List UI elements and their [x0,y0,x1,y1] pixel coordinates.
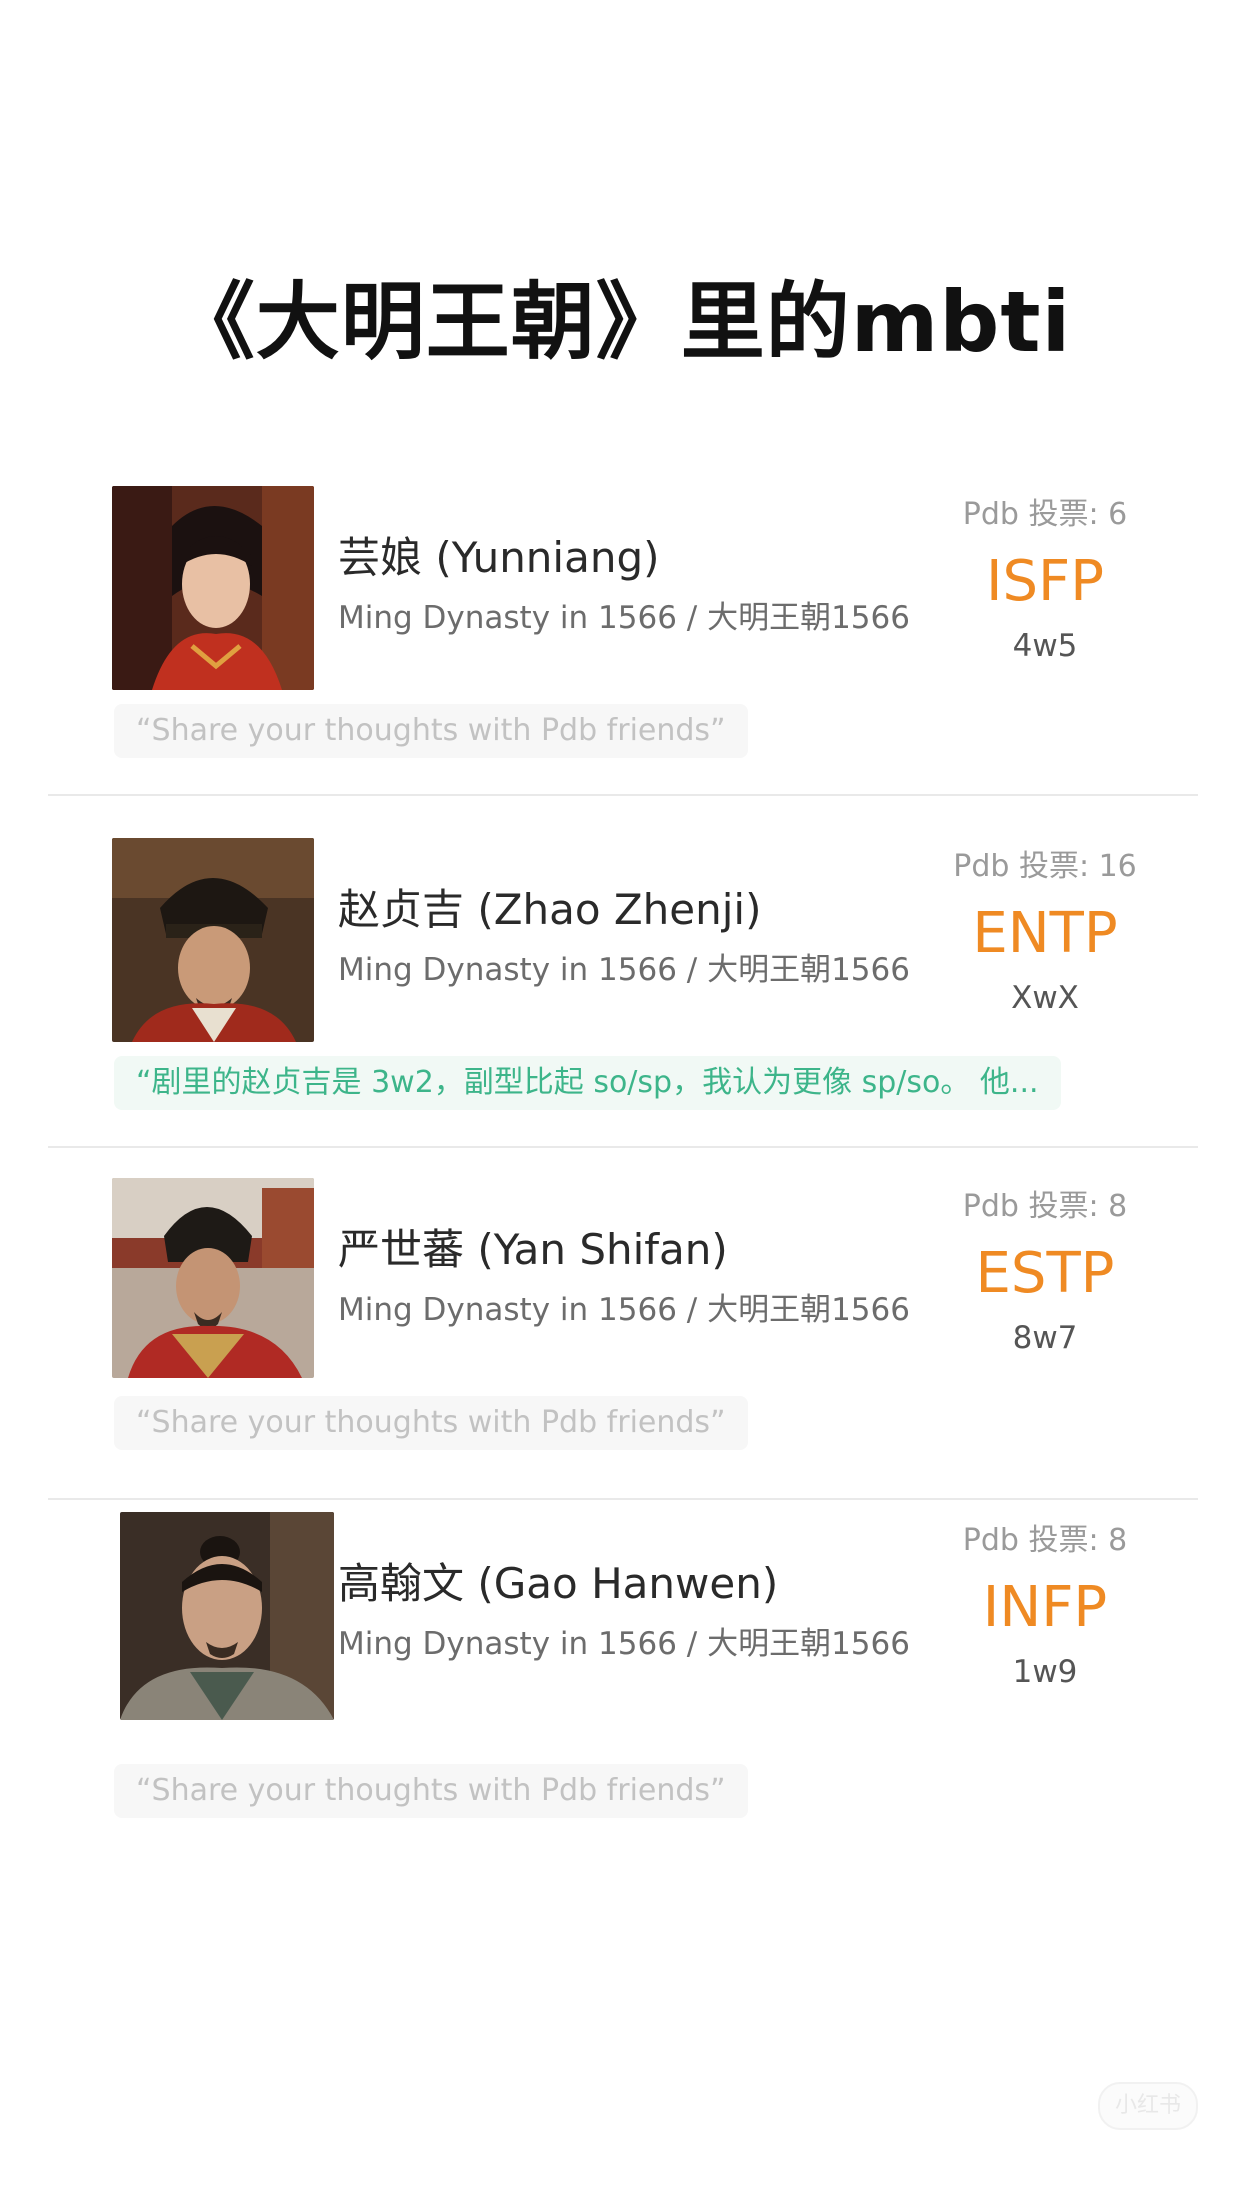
enneagram-type: 8w7 [1012,1320,1078,1356]
enneagram-type: 4w5 [1012,628,1078,664]
portrait-zhao-zhenji-icon [112,838,314,1042]
character-card[interactable]: 高翰文 (Gao Hanwen) Ming Dynasty in 1566 / … [0,1512,1242,1864]
vote-count: Pdb 投票: 6 [962,497,1128,532]
mbti-type[interactable]: ISFP [920,544,1170,620]
enneagram-type: XwX [1011,980,1079,1016]
divider [48,794,1198,796]
character-card[interactable]: 芸娘 (Yunniang) Ming Dynasty in 1566 / 大明王… [0,486,1242,838]
enneagram-type: 1w9 [1012,1654,1078,1690]
portrait-gao-hanwen-icon [120,1512,334,1720]
character-source: Ming Dynasty in 1566 / 大明王朝1566 [338,600,910,636]
character-name[interactable]: 严世蕃 (Yan Shifan) [338,1222,728,1278]
portrait-yan-shifan-icon [112,1178,314,1378]
mbti-type[interactable]: ESTP [920,1236,1170,1312]
character-name[interactable]: 芸娘 (Yunniang) [338,530,660,586]
comment-input[interactable]: “Share your thoughts with Pdb friends” [114,1764,748,1818]
avatar[interactable] [112,1178,314,1378]
vote-block: Pdb 投票: 6 ISFP 4w5 [920,494,1170,668]
vote-block: Pdb 投票: 8 ESTP 8w7 [920,1186,1170,1360]
avatar[interactable] [112,838,314,1042]
vote-block: Pdb 投票: 8 INFP 1w9 [920,1520,1170,1694]
character-name[interactable]: 赵贞吉 (Zhao Zhenji) [338,882,762,938]
vote-count: Pdb 投票: 16 [953,849,1137,884]
page-title: 《大明王朝》里的mbti [170,273,1072,371]
character-source: Ming Dynasty in 1566 / 大明王朝1566 [338,952,910,988]
character-source: Ming Dynasty in 1566 / 大明王朝1566 [338,1292,910,1328]
comment-input[interactable]: “Share your thoughts with Pdb friends” [114,1396,748,1450]
character-card[interactable]: 赵贞吉 (Zhao Zhenji) Ming Dynasty in 1566 /… [0,838,1242,1190]
avatar[interactable] [120,1512,334,1720]
mbti-type[interactable]: INFP [920,1570,1170,1646]
vote-count: Pdb 投票: 8 [962,1523,1128,1558]
character-card[interactable]: 严世蕃 (Yan Shifan) Ming Dynasty in 1566 / … [0,1178,1242,1530]
watermark-logo: 小红书 [1098,2082,1198,2130]
mbti-type[interactable]: ENTP [920,896,1170,972]
divider [48,1498,1198,1500]
divider [48,1146,1198,1148]
comment-preview[interactable]: “剧里的赵贞吉是 3w2，副型比起 so/sp，我认为更像 sp/so。 他..… [114,1056,1061,1110]
character-name[interactable]: 高翰文 (Gao Hanwen) [338,1556,778,1612]
comment-input[interactable]: “Share your thoughts with Pdb friends” [114,704,748,758]
vote-count: Pdb 投票: 8 [962,1189,1128,1224]
character-source: Ming Dynasty in 1566 / 大明王朝1566 [338,1626,910,1662]
portrait-yunniang-icon [112,486,314,690]
avatar[interactable] [112,486,314,690]
vote-block: Pdb 投票: 16 ENTP XwX [920,846,1170,1020]
